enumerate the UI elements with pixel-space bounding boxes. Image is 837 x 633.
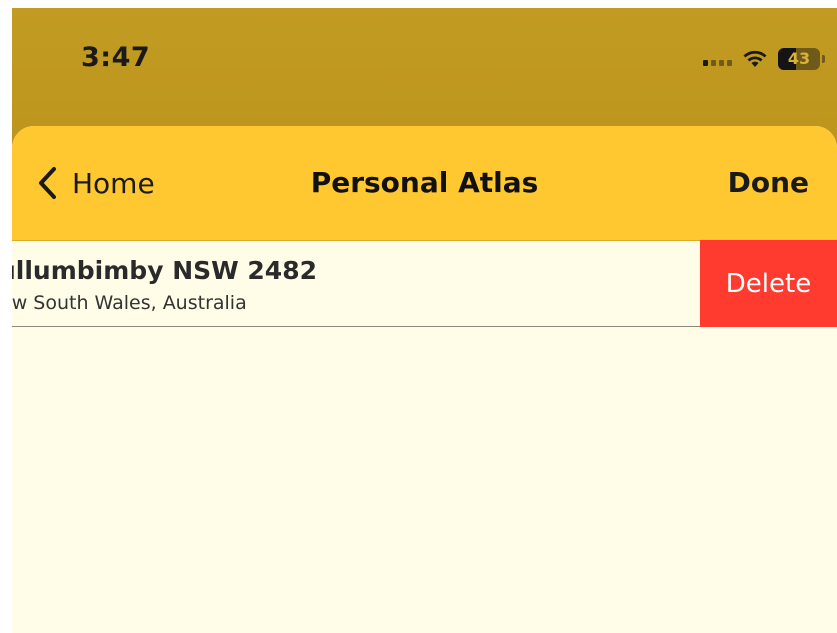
status-icons: 43 xyxy=(703,48,825,70)
page-title: Personal Atlas xyxy=(310,166,539,199)
battery-icon: 43 xyxy=(778,48,825,70)
list-item-content[interactable]: ullumbimby NSW 2482 ew South Wales, Aust… xyxy=(12,240,700,327)
modal-sheet: Home Personal Atlas Done ullumbimby NSW … xyxy=(12,126,837,633)
app-screen: 3:47 43 Home Personal Atlas Done ullumbi… xyxy=(12,8,837,633)
navigation-bar: Home Personal Atlas Done xyxy=(12,126,837,241)
battery-body: 43 xyxy=(778,48,820,70)
wifi-icon xyxy=(743,50,767,67)
delete-button[interactable]: Delete xyxy=(700,240,837,327)
done-button[interactable]: Done xyxy=(728,166,809,199)
list-item-subtitle: ew South Wales, Australia xyxy=(12,292,247,314)
list-item[interactable]: ullumbimby NSW 2482 ew South Wales, Aust… xyxy=(12,240,837,328)
battery-level: 43 xyxy=(787,49,811,68)
battery-nub xyxy=(822,55,825,63)
status-bar: 3:47 43 xyxy=(12,8,837,118)
list-item-title: ullumbimby NSW 2482 xyxy=(12,256,317,285)
status-time: 3:47 xyxy=(81,42,151,73)
cellular-signal-icon xyxy=(703,52,732,66)
